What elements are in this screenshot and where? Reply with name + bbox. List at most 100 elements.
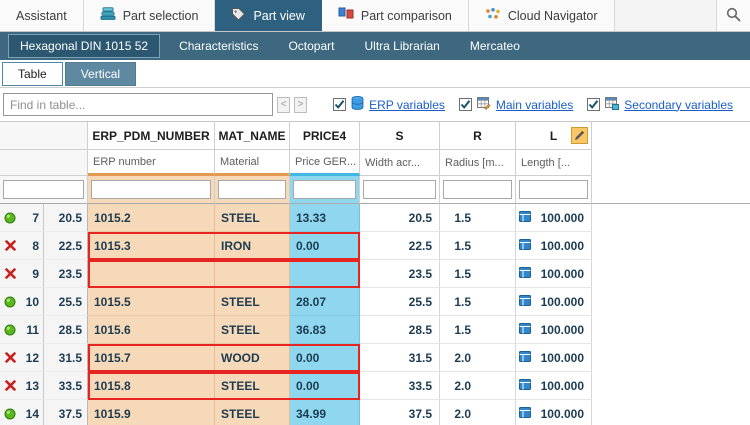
cell-radius[interactable]: 1.5: [440, 260, 516, 288]
cell-material[interactable]: STEEL: [215, 316, 290, 344]
cell-erp-number[interactable]: 1015.9: [88, 400, 215, 425]
filter-input-erp[interactable]: [91, 180, 211, 199]
cell-length[interactable]: 100.000: [516, 372, 592, 400]
col-header-s[interactable]: S: [360, 122, 440, 150]
search-button[interactable]: [716, 0, 750, 31]
row-key-value[interactable]: 25.5: [44, 288, 88, 316]
col-header-price4[interactable]: PRICE4: [290, 122, 360, 150]
cell-width[interactable]: 31.5: [360, 344, 440, 372]
cell-price[interactable]: 34.99: [290, 400, 360, 425]
find-in-table-input[interactable]: [3, 93, 273, 116]
cell-price[interactable]: [290, 260, 360, 288]
cell-material[interactable]: STEEL: [215, 288, 290, 316]
row-key-value[interactable]: 37.5: [44, 400, 88, 425]
row-number[interactable]: 7: [20, 204, 44, 232]
tab-vertical-view[interactable]: Vertical: [65, 62, 136, 86]
table-row[interactable]: 1231.51015.7WOOD0.0031.52.0100.000: [0, 344, 750, 372]
filter-input-rowheader[interactable]: [3, 180, 84, 199]
row-key-value[interactable]: 20.5: [44, 204, 88, 232]
filter-input-r[interactable]: [443, 180, 512, 199]
cell-material[interactable]: IRON: [215, 232, 290, 260]
cell-width[interactable]: 28.5: [360, 316, 440, 344]
row-number[interactable]: 13: [20, 372, 44, 400]
row-number[interactable]: 11: [20, 316, 44, 344]
erp-variables-link[interactable]: ERP variables: [369, 98, 445, 112]
cell-price[interactable]: 0.00: [290, 344, 360, 372]
table-row[interactable]: 1333.51015.8STEEL0.0033.52.0100.000: [0, 372, 750, 400]
tab-part-view[interactable]: Part view: [215, 0, 321, 31]
row-number[interactable]: 14: [20, 400, 44, 425]
cell-price[interactable]: 28.07: [290, 288, 360, 316]
row-key-value[interactable]: 33.5: [44, 372, 88, 400]
cell-material[interactable]: STEEL: [215, 400, 290, 425]
cell-price[interactable]: 0.00: [290, 232, 360, 260]
tab-part-selection[interactable]: Part selection: [84, 0, 216, 31]
secondary-variables-checkbox[interactable]: [587, 98, 600, 111]
cell-erp-number[interactable]: 1015.6: [88, 316, 215, 344]
cell-width[interactable]: 23.5: [360, 260, 440, 288]
table-row[interactable]: 822.51015.3IRON0.0022.51.5100.000: [0, 232, 750, 260]
table-row[interactable]: 720.51015.2STEEL13.3320.51.5100.000: [0, 204, 750, 232]
table-row[interactable]: 1025.51015.5STEEL28.0725.51.5100.000: [0, 288, 750, 316]
main-variables-checkbox[interactable]: [459, 98, 472, 111]
cell-width[interactable]: 37.5: [360, 400, 440, 425]
row-number[interactable]: 9: [20, 260, 44, 288]
row-number[interactable]: 8: [20, 232, 44, 260]
cell-width[interactable]: 33.5: [360, 372, 440, 400]
cell-length[interactable]: 100.000: [516, 232, 592, 260]
row-key-value[interactable]: 23.5: [44, 260, 88, 288]
cell-width[interactable]: 20.5: [360, 204, 440, 232]
cell-radius[interactable]: 2.0: [440, 344, 516, 372]
edit-column-icon[interactable]: [571, 127, 588, 144]
filter-input-l[interactable]: [519, 180, 588, 199]
cell-radius[interactable]: 1.5: [440, 288, 516, 316]
cell-length[interactable]: 100.000: [516, 260, 592, 288]
col-header-r[interactable]: R: [440, 122, 516, 150]
tab-active-part[interactable]: Hexagonal DIN 1015 52: [8, 34, 160, 58]
tab-table-view[interactable]: Table: [2, 62, 63, 86]
table-row[interactable]: 1128.51015.6STEEL36.8328.51.5100.000: [0, 316, 750, 344]
tab-mercateo[interactable]: Mercateo: [459, 35, 531, 57]
cell-width[interactable]: 25.5: [360, 288, 440, 316]
tab-part-comparison[interactable]: Part comparison: [322, 0, 469, 31]
cell-material[interactable]: STEEL: [215, 204, 290, 232]
cell-length[interactable]: 100.000: [516, 400, 592, 425]
tab-cloud-navigator[interactable]: Cloud Navigator: [469, 0, 615, 31]
col-header-l[interactable]: L: [516, 122, 592, 150]
row-key-value[interactable]: 28.5: [44, 316, 88, 344]
filter-input-price[interactable]: [293, 180, 356, 199]
cell-erp-number[interactable]: 1015.7: [88, 344, 215, 372]
cell-erp-number[interactable]: [88, 260, 215, 288]
cell-radius[interactable]: 2.0: [440, 400, 516, 425]
cell-radius[interactable]: 1.5: [440, 204, 516, 232]
col-header-erp-pdm-number[interactable]: ERP_PDM_NUMBER: [88, 122, 215, 150]
col-header-mat-name[interactable]: MAT_NAME: [215, 122, 290, 150]
tab-octopart[interactable]: Octopart: [277, 35, 345, 57]
tab-ultra-librarian[interactable]: Ultra Librarian: [353, 35, 450, 57]
cell-width[interactable]: 22.5: [360, 232, 440, 260]
cell-erp-number[interactable]: 1015.5: [88, 288, 215, 316]
tab-characteristics[interactable]: Characteristics: [168, 35, 269, 57]
cell-erp-number[interactable]: 1015.3: [88, 232, 215, 260]
cell-length[interactable]: 100.000: [516, 204, 592, 232]
cell-price[interactable]: 0.00: [290, 372, 360, 400]
cell-radius[interactable]: 2.0: [440, 372, 516, 400]
cell-price[interactable]: 13.33: [290, 204, 360, 232]
cell-radius[interactable]: 1.5: [440, 232, 516, 260]
cell-length[interactable]: 100.000: [516, 316, 592, 344]
cell-erp-number[interactable]: 1015.8: [88, 372, 215, 400]
row-key-value[interactable]: 22.5: [44, 232, 88, 260]
row-number[interactable]: 12: [20, 344, 44, 372]
main-variables-link[interactable]: Main variables: [496, 98, 573, 112]
erp-variables-checkbox[interactable]: [333, 98, 346, 111]
row-key-value[interactable]: 31.5: [44, 344, 88, 372]
find-next-button[interactable]: >: [294, 97, 307, 113]
cell-length[interactable]: 100.000: [516, 288, 592, 316]
table-row[interactable]: 923.523.51.5100.000: [0, 260, 750, 288]
cell-material[interactable]: WOOD: [215, 344, 290, 372]
cell-price[interactable]: 36.83: [290, 316, 360, 344]
tab-assistant[interactable]: Assistant: [0, 0, 84, 31]
cell-length[interactable]: 100.000: [516, 344, 592, 372]
find-prev-button[interactable]: <: [277, 97, 290, 113]
filter-input-s[interactable]: [363, 180, 436, 199]
